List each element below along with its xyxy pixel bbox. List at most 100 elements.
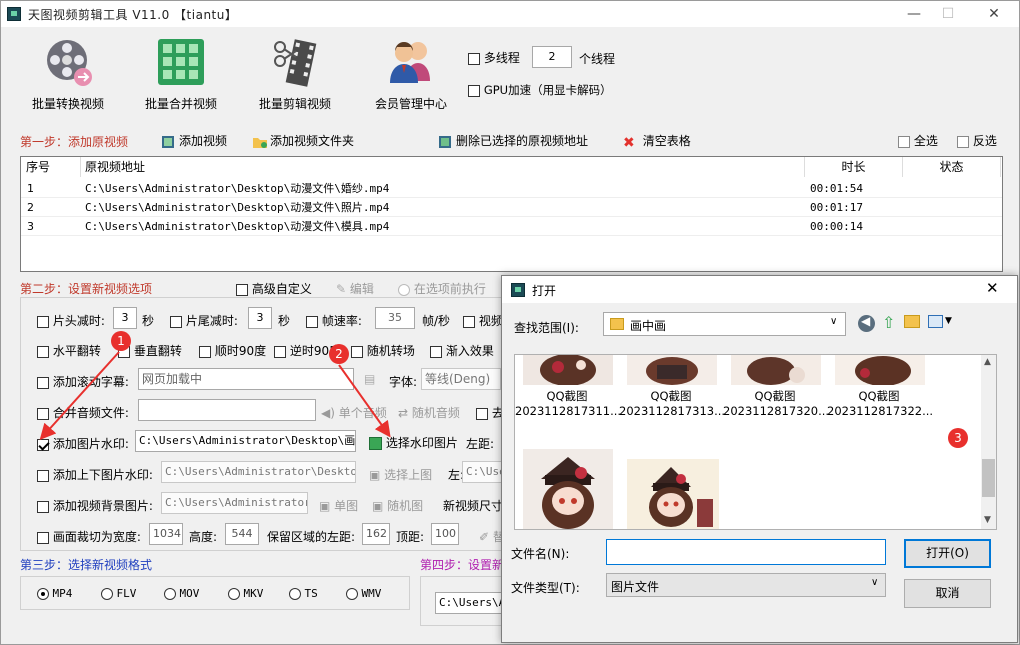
edit-button[interactable]: ✎ 编辑 (336, 280, 374, 297)
file-list-scrollbar[interactable]: ▲ ▼ (981, 355, 996, 529)
single-image-button[interactable]: ▣ 单图 (319, 497, 358, 514)
rotate-cw-checkbox[interactable] (199, 345, 211, 358)
tail-cut-option[interactable]: 片尾减时: (170, 312, 238, 329)
thread-count-input[interactable]: 2 (532, 46, 572, 68)
hflip-option[interactable]: 水平翻转 (37, 342, 101, 359)
image-watermark-option[interactable]: 添加图片水印: (37, 435, 129, 452)
format-mov-option[interactable]: MOV (164, 587, 199, 600)
view-menu-icon[interactable] (928, 315, 943, 328)
format-mkv-radio[interactable] (228, 588, 240, 600)
merge-audio-checkbox[interactable] (37, 407, 49, 420)
run-before-option[interactable]: 在选项前执行 (398, 280, 486, 297)
format-wmv-radio[interactable] (346, 588, 358, 600)
tb-watermark-option[interactable]: 添加上下图片水印: (37, 466, 153, 483)
advanced-custom-option[interactable]: 高级自定义 (236, 280, 312, 297)
tail-cut-checkbox[interactable] (170, 315, 182, 328)
subtitle-checkbox[interactable] (37, 376, 49, 389)
scroll-up-icon[interactable]: ▲ (984, 357, 991, 367)
gpu-accel-checkbox[interactable] (468, 84, 480, 97)
table-row[interactable]: 2 C:\Users\Administrator\Desktop\动漫文件\照片… (21, 198, 1002, 217)
tb-left-input[interactable]: C:\Users\ (462, 461, 502, 483)
multi-thread-option[interactable]: 多线程 (468, 49, 520, 66)
format-flv-option[interactable]: FLV (101, 587, 136, 600)
batch-merge-button[interactable]: 批量合并视频 (126, 35, 236, 112)
file-thumbnail[interactable] (627, 459, 719, 529)
rotate-ccw-checkbox[interactable] (274, 345, 286, 358)
back-icon[interactable]: ◀ (858, 314, 875, 332)
subtitle-input[interactable]: 网页加载中 (138, 368, 354, 390)
batch-edit-button[interactable]: 批量剪辑视频 (240, 35, 350, 112)
random-audio-button[interactable]: ⇄ 随机音频 (398, 404, 460, 421)
font-input[interactable]: 等线(Deng) (421, 368, 501, 390)
video-more-option[interactable]: 视频 (463, 312, 503, 329)
crop-width-input[interactable]: 1034 (149, 523, 183, 545)
format-wmv-option[interactable]: WMV (346, 587, 381, 600)
tb-watermark-checkbox[interactable] (37, 469, 49, 482)
scrollbar-thumb[interactable] (982, 459, 995, 497)
bg-image-option[interactable]: 添加视频背景图片: (37, 497, 153, 514)
head-cut-option[interactable]: 片头减时: (37, 312, 105, 329)
gpu-accel-option[interactable]: GPU加速（用显卡解码） (468, 82, 612, 98)
col-duration-header[interactable]: 时长 (805, 157, 903, 177)
tail-cut-input[interactable]: 3 (248, 307, 272, 329)
crop-height-input[interactable]: 544 (225, 523, 259, 545)
crop-checkbox[interactable] (37, 531, 49, 544)
look-in-select[interactable]: 画中画 ∨ (603, 312, 846, 336)
table-row[interactable]: 1 C:\Users\Administrator\Desktop\动漫文件\婚纱… (21, 179, 1002, 198)
single-audio-button[interactable]: ◀) 单个音频 (321, 404, 387, 421)
head-cut-checkbox[interactable] (37, 315, 49, 328)
fps-option[interactable]: 帧速率: (306, 312, 362, 329)
file-list[interactable]: QQ截图 2023112817311... QQ截图 2023112817313..… (514, 354, 997, 530)
add-folder-button[interactable]: 添加视频文件夹 (252, 132, 354, 149)
view-chevron-icon[interactable]: ▼ (945, 316, 952, 326)
file-thumbnail[interactable] (627, 355, 717, 385)
maximize-button[interactable]: ☐ (933, 4, 963, 24)
file-thumbnail[interactable] (835, 355, 925, 385)
fade-in-checkbox[interactable] (430, 345, 442, 358)
image-watermark-checkbox[interactable] (37, 438, 49, 451)
tb-watermark-path-input[interactable]: C:\Users\Administrator\Desktop\ (161, 461, 356, 483)
fps-checkbox[interactable] (306, 315, 318, 328)
random-transition-checkbox[interactable] (351, 345, 363, 358)
audio-path-input[interactable] (138, 399, 316, 421)
bg-image-checkbox[interactable] (37, 500, 49, 513)
dialog-close-button[interactable]: ✕ (986, 279, 999, 297)
open-button[interactable]: 打开(O) (904, 539, 991, 568)
random-transition-option[interactable]: 随机转场 (351, 342, 415, 359)
bg-image-path-input[interactable]: C:\Users\Administrator\D (161, 492, 308, 514)
file-thumbnail[interactable] (523, 355, 613, 385)
format-mkv-option[interactable]: MKV (228, 587, 263, 600)
file-thumbnail[interactable] (523, 449, 613, 529)
advanced-custom-checkbox[interactable] (236, 283, 248, 296)
multi-thread-checkbox[interactable] (468, 52, 480, 65)
hflip-checkbox[interactable] (37, 345, 49, 358)
format-ts-option[interactable]: TS (289, 587, 318, 600)
col-status-header[interactable]: 状态 (903, 157, 1001, 177)
format-flv-radio[interactable] (101, 588, 113, 600)
select-all-button[interactable]: 全选 (898, 132, 938, 149)
table-row[interactable]: 3 C:\Users\Administrator\Desktop\动漫文件\模具… (21, 217, 1002, 236)
random-image-button[interactable]: ▣ 随机图 (372, 497, 423, 514)
file-thumbnail[interactable] (731, 355, 821, 385)
scroll-down-icon[interactable]: ▼ (984, 515, 991, 525)
crop-option[interactable]: 画面裁切为宽度: (37, 528, 141, 545)
cancel-button[interactable]: 取消 (904, 579, 991, 608)
batch-convert-button[interactable]: 批量转换视频 (13, 35, 123, 112)
filename-input[interactable] (606, 539, 886, 565)
fps-input[interactable]: 35 (375, 307, 415, 329)
choose-top-image-button[interactable]: ▣ 选择上图 (369, 466, 432, 483)
head-cut-input[interactable]: 3 (113, 307, 137, 329)
top-margin-input[interactable]: 100 (431, 523, 459, 545)
rotate-cw-option[interactable]: 顺时90度 (199, 342, 266, 359)
filetype-select[interactable]: 图片文件 ∨ (606, 573, 886, 597)
format-ts-radio[interactable] (289, 588, 301, 600)
format-mp4-radio[interactable] (37, 588, 49, 600)
choose-watermark-button[interactable]: 选择水印图片 (369, 434, 458, 451)
col-path-header[interactable]: 原视频地址 (81, 157, 805, 177)
video-table[interactable]: 序号 原视频地址 时长 状态 1 C:\Users\Administrator\… (20, 156, 1003, 272)
new-folder-icon[interactable] (904, 315, 920, 328)
delete-selected-button[interactable]: 删除已选择的原视频地址 (438, 132, 588, 149)
fade-in-option[interactable]: 渐入效果 (430, 342, 494, 359)
keep-left-input[interactable]: 162 (362, 523, 390, 545)
run-before-radio[interactable] (398, 283, 410, 296)
